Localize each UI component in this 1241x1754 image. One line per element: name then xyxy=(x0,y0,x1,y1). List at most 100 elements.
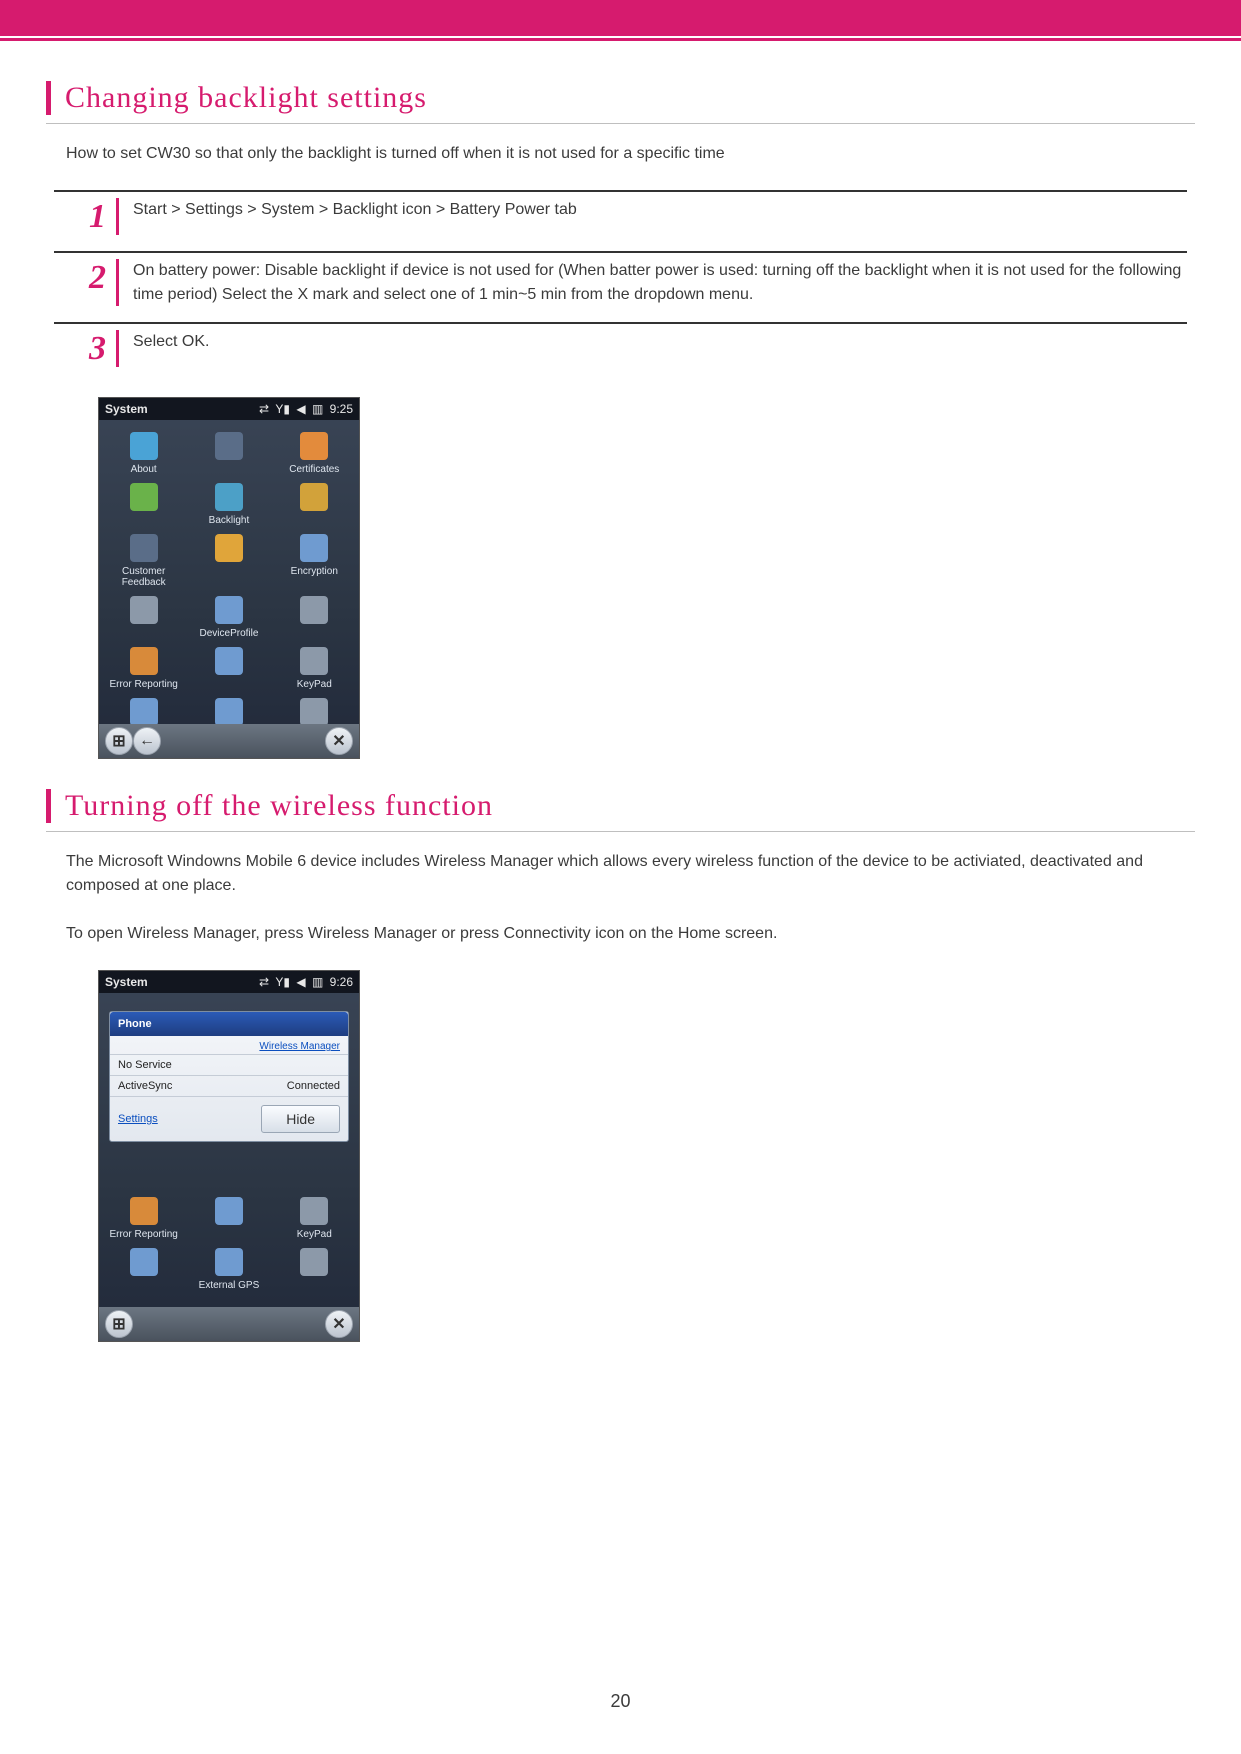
hide-button[interactable]: Hide xyxy=(261,1105,340,1133)
connected-label: Connected xyxy=(287,1080,340,1092)
phone-app-label: Certificates xyxy=(272,464,357,475)
sync-icon: ⇄ xyxy=(259,975,269,989)
phone-app-item: Error Reporting xyxy=(101,643,186,694)
phone-app-item xyxy=(101,1244,186,1295)
no-service-label: No Service xyxy=(118,1059,172,1071)
connectivity-popup: Phone Wireless Manager No Service Active… xyxy=(109,1011,349,1142)
battery-icon: ▥ xyxy=(312,975,323,989)
step-number: 2 xyxy=(54,259,119,305)
step-number: 3 xyxy=(54,330,119,367)
phone-bottom-bar: ⊞ ✕ xyxy=(99,1307,359,1341)
phone-app-label: Customer Feedback xyxy=(101,566,186,588)
phone-app-label: Encryption xyxy=(272,566,357,577)
phone-app-label: External GPS xyxy=(186,1280,271,1291)
phone-app-icon xyxy=(130,483,158,511)
phone-app-label: DeviceProfile xyxy=(186,628,271,639)
step-text: Select OK. xyxy=(119,330,1187,367)
phone-app-item xyxy=(272,592,357,643)
status-time: 9:26 xyxy=(330,975,353,989)
phone-app-icon xyxy=(130,1197,158,1225)
section-rule xyxy=(46,831,1195,832)
phone-app-item xyxy=(186,643,271,694)
phone-app-icon xyxy=(130,596,158,624)
phone-app-icon xyxy=(215,1197,243,1225)
phone-app-icon xyxy=(300,647,328,675)
header-bar xyxy=(0,0,1241,36)
phone-app-item: Customer Feedback xyxy=(101,530,186,592)
screenshot-wireless-manager: System ⇄ Y▮ ◀ ▥ 9:26 Error Reporting KeyP… xyxy=(98,970,360,1342)
section2-para1: The Microsoft Windowns Mobile 6 device i… xyxy=(66,850,1175,898)
phone-app-icon xyxy=(215,647,243,675)
phone-app-item: KeyPad xyxy=(272,643,357,694)
phone-bottom-bar: ⊞ ← ✕ xyxy=(99,724,359,758)
phone-status-bar: System ⇄ Y▮ ◀ ▥ 9:26 xyxy=(99,971,359,993)
phone-app-icon xyxy=(215,1248,243,1276)
status-time: 9:25 xyxy=(330,402,353,416)
close-button-icon: ✕ xyxy=(325,727,353,755)
phone-app-item xyxy=(186,428,271,479)
phone-app-item: KeyPad xyxy=(272,1193,357,1244)
phone-title: System xyxy=(105,975,148,989)
activesync-label: ActiveSync xyxy=(118,1080,172,1092)
phone-app-item: Error Reporting xyxy=(101,1193,186,1244)
step-number: 1 xyxy=(54,198,119,235)
phone-app-icon xyxy=(300,483,328,511)
phone-app-label: Error Reporting xyxy=(101,679,186,690)
phone-app-icon xyxy=(215,432,243,460)
section2-para2: To open Wireless Manager, press Wireless… xyxy=(66,922,1175,946)
status-icons: ⇄ Y▮ ◀ ▥ 9:25 xyxy=(256,402,353,416)
phone-status-bar: System ⇄ Y▮ ◀ ▥ 9:25 xyxy=(99,398,359,420)
start-button-icon: ⊞ xyxy=(105,1310,133,1338)
phone-app-icon xyxy=(130,1248,158,1276)
phone-app-item xyxy=(186,1193,271,1244)
speaker-icon: ◀ xyxy=(296,402,305,416)
phone-app-icon xyxy=(130,534,158,562)
phone-app-label: Backlight xyxy=(186,515,271,526)
step-text: Start > Settings > System > Backlight ic… xyxy=(119,198,1187,235)
phone-app-icon xyxy=(215,596,243,624)
phone-app-label: KeyPad xyxy=(272,1229,357,1240)
phone-app-icon xyxy=(300,1197,328,1225)
phone-app-item: DeviceProfile xyxy=(186,592,271,643)
phone-title: System xyxy=(105,402,148,416)
step-3: 3 Select OK. xyxy=(54,322,1187,377)
screenshot-system-settings: System ⇄ Y▮ ◀ ▥ 9:25 About Certificates Ba… xyxy=(98,397,360,759)
settings-link[interactable]: Settings xyxy=(118,1113,158,1125)
back-button-icon: ← xyxy=(133,727,161,755)
step-1: 1 Start > Settings > System > Backlight … xyxy=(54,190,1187,245)
signal-icon: Y▮ xyxy=(275,975,290,989)
speaker-icon: ◀ xyxy=(296,975,305,989)
phone-app-label: About xyxy=(101,464,186,475)
phone-app-icon xyxy=(300,1248,328,1276)
phone-app-icon xyxy=(300,596,328,624)
start-button-icon: ⊞ xyxy=(105,727,133,755)
phone-app-item xyxy=(272,1244,357,1295)
phone-app-icon xyxy=(300,432,328,460)
phone-app-item: About xyxy=(101,428,186,479)
phone-app-icon xyxy=(130,698,158,726)
header-thin-line xyxy=(0,38,1241,41)
phone-app-icon xyxy=(215,534,243,562)
battery-icon: ▥ xyxy=(312,402,323,416)
phone-app-item: Encryption xyxy=(272,530,357,592)
phone-app-icon xyxy=(300,534,328,562)
phone-app-label: Error Reporting xyxy=(101,1229,186,1240)
section1-intro: How to set CW30 so that only the backlig… xyxy=(66,142,1175,166)
section-heading-wireless: Turning off the wireless function xyxy=(46,789,1195,823)
wireless-manager-link[interactable]: Wireless Manager xyxy=(259,1041,340,1052)
phone-app-item: Certificates xyxy=(272,428,357,479)
step-2: 2 On battery power: Disable backlight if… xyxy=(54,251,1187,315)
status-icons: ⇄ Y▮ ◀ ▥ 9:26 xyxy=(256,975,353,989)
popup-header-phone: Phone xyxy=(110,1012,348,1036)
phone-app-item: External GPS xyxy=(186,1244,271,1295)
phone-app-item xyxy=(272,479,357,530)
step-text: On battery power: Disable backlight if d… xyxy=(119,259,1187,305)
phone-app-item xyxy=(101,479,186,530)
section-rule xyxy=(46,123,1195,124)
page-number: 20 xyxy=(0,1691,1241,1712)
sync-icon: ⇄ xyxy=(259,402,269,416)
phone-app-item xyxy=(101,592,186,643)
section-heading-backlight: Changing backlight settings xyxy=(46,81,1195,115)
phone-app-icon xyxy=(130,432,158,460)
phone-app-icon xyxy=(215,483,243,511)
